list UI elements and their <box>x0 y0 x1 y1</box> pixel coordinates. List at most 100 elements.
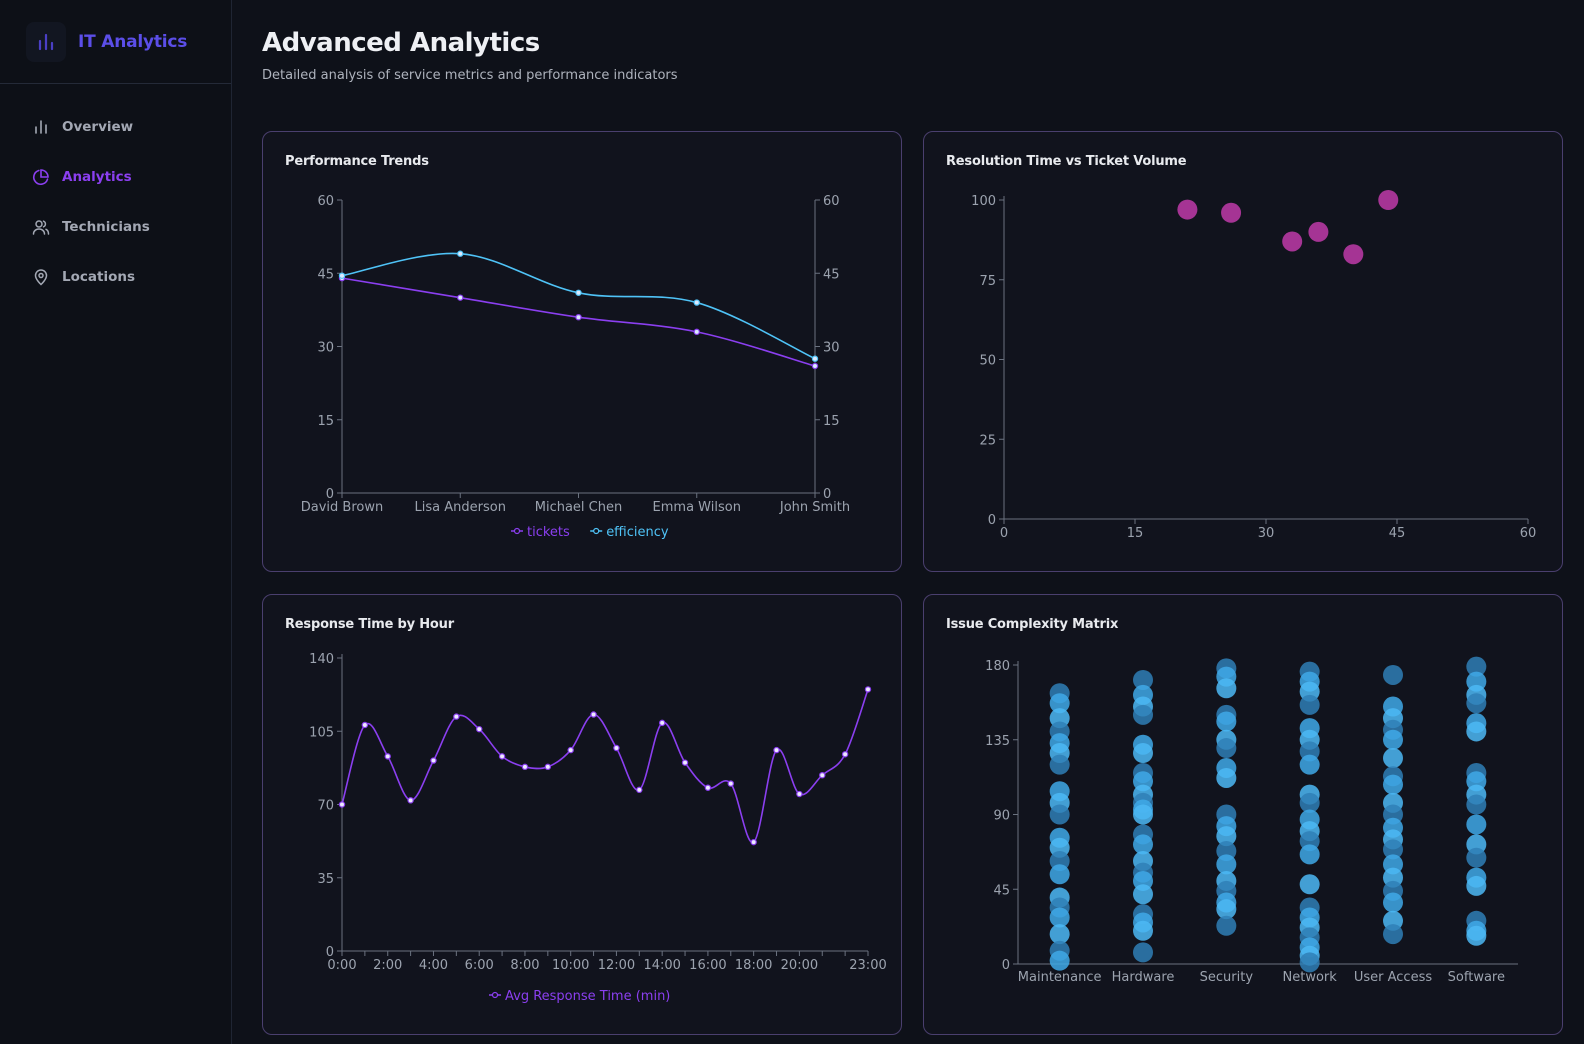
resolution-scatter-chart: 0 25 50 75 100 0 15 30 45 60 <box>971 190 1537 541</box>
x-tick-label: John Smith <box>779 500 850 515</box>
scatter-point <box>1343 244 1364 265</box>
data-point-efficiency <box>693 299 700 306</box>
map-pin-icon <box>32 268 50 286</box>
data-point <box>658 719 666 727</box>
data-point-efficiency <box>811 355 819 362</box>
y-tick-label-right: 30 <box>823 341 840 356</box>
performance-trends-card: Performance Trends 0 0 15 15 30 30 45 45 60 60 Dav… <box>262 131 902 572</box>
y-tick-label: 0 <box>1002 958 1010 973</box>
scatter-point <box>1383 774 1403 795</box>
data-point-tickets <box>457 294 464 301</box>
scatter-point <box>1299 874 1320 895</box>
page-title: Advanced Analytics <box>262 28 540 58</box>
y-tick-label: 0 <box>988 513 996 528</box>
data-point <box>704 784 712 791</box>
bar-chart-icon <box>26 21 66 62</box>
sidebar-item-analytics[interactable]: Analytics <box>0 152 231 202</box>
scatter-point <box>1282 231 1303 252</box>
sidebar-item-technicians[interactable]: Technicians <box>0 202 231 252</box>
x-tick-label: 6:00 <box>465 958 494 973</box>
y-tick-label: 70 <box>317 799 334 814</box>
data-point <box>819 771 826 779</box>
scatter-point <box>1466 925 1487 946</box>
sidebar-item-label: Analytics <box>62 169 132 185</box>
y-tick-label-right: 45 <box>823 267 840 282</box>
scatter-point <box>1383 664 1403 685</box>
brand[interactable]: IT Analytics <box>0 0 231 84</box>
data-point <box>613 744 620 752</box>
y-tick-label: 50 <box>979 354 996 369</box>
data-point <box>864 686 872 693</box>
scatter-point <box>1177 199 1198 220</box>
x-tick-label: 23:00 <box>849 958 886 973</box>
data-point <box>796 790 803 798</box>
x-tick-label: 30 <box>1258 526 1275 541</box>
x-tick-label: Security <box>1200 970 1254 985</box>
data-point <box>750 838 757 846</box>
scatter-point <box>1216 767 1237 788</box>
scatter-point <box>1216 915 1237 936</box>
x-tick-label: 0 <box>1000 526 1008 541</box>
performance-trends-chart: 0 015 1530 3045 4560 60David Brown Lisa Anders… <box>301 194 850 540</box>
scatter-point <box>1216 738 1237 759</box>
data-point <box>544 763 552 771</box>
users-icon <box>32 218 50 236</box>
x-tick-label: David Brown <box>301 500 383 515</box>
scatter-point <box>1049 864 1070 885</box>
x-tick-label: 10:00 <box>552 958 589 973</box>
brand-title: IT Analytics <box>78 31 188 52</box>
data-point-tickets <box>693 328 700 336</box>
legend-label: tickets <box>527 525 570 540</box>
response-time-card: Response Time by Hour 0 35 70 105 140 0:00 2:0… <box>262 594 902 1035</box>
data-point <box>521 763 529 771</box>
scatter-point <box>1133 743 1153 764</box>
series-line-efficiency <box>341 252 816 360</box>
data-point <box>407 797 414 804</box>
y-tick-label: 135 <box>985 734 1010 749</box>
y-tick-label: 60 <box>317 194 334 209</box>
scatter-point <box>1378 190 1399 210</box>
x-tick-label: 2:00 <box>373 958 402 973</box>
y-tick-label: 30 <box>317 341 334 356</box>
x-tick-label: 60 <box>1520 526 1537 541</box>
data-point <box>727 780 734 787</box>
scatter-point <box>1049 754 1070 775</box>
y-tick-label: 25 <box>979 433 996 448</box>
x-tick-label: 16:00 <box>689 958 726 973</box>
scatter-point <box>1308 221 1329 242</box>
x-tick-label: 0:00 <box>327 958 356 973</box>
page-header: Advanced Analytics Detailed analysis of … <box>262 28 678 83</box>
data-point <box>498 753 506 760</box>
pie-chart-icon <box>32 168 50 186</box>
data-point <box>590 711 597 718</box>
scatter-point <box>1216 711 1237 732</box>
y-tick-label: 45 <box>993 883 1010 898</box>
sidebar-item-overview[interactable]: Overview <box>0 102 231 152</box>
data-point <box>681 759 689 766</box>
scatter-point <box>1383 924 1403 945</box>
sidebar-item-locations[interactable]: Locations <box>0 252 231 302</box>
scatter-point <box>1383 748 1403 769</box>
y-tick-label-right: 15 <box>823 414 840 429</box>
scatter-point <box>1466 814 1487 835</box>
data-point-efficiency <box>575 289 582 296</box>
page-subtitle: Detailed analysis of service metrics and… <box>262 68 678 83</box>
sidebar-item-label: Overview <box>62 119 134 135</box>
scatter-point <box>1299 844 1320 865</box>
data-point <box>338 801 346 808</box>
sidebar-item-label: Technicians <box>62 219 150 235</box>
scatter-point <box>1383 892 1403 913</box>
sidebar-nav: Overview Analytics Technicians Locations <box>0 84 231 302</box>
scatter-point <box>1299 754 1320 775</box>
issue-complexity-chart: 04590135180Maintenance Hardware Security Ne… <box>985 656 1518 985</box>
data-point-efficiency <box>338 272 346 279</box>
data-point-tickets <box>575 313 582 321</box>
series-line <box>341 689 869 843</box>
x-tick-label: 8:00 <box>510 958 539 973</box>
legend-marker <box>593 527 600 535</box>
y-tick-label: 100 <box>971 194 996 209</box>
data-point <box>476 725 483 733</box>
scatter-point <box>1133 884 1153 905</box>
x-tick-label: Emma Wilson <box>653 500 741 515</box>
legend-marker <box>513 527 521 535</box>
